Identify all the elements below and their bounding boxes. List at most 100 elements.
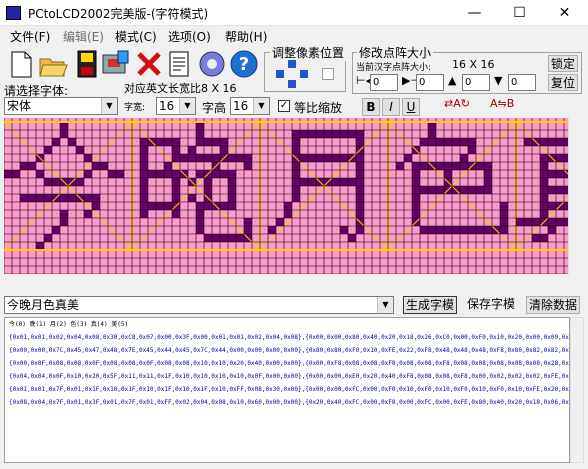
pixel-on[interactable] (460, 138, 468, 146)
pixel-on[interactable] (76, 146, 84, 154)
pixel-on[interactable] (356, 202, 364, 210)
pixel-on[interactable] (244, 218, 252, 226)
pixel-on[interactable] (412, 210, 420, 218)
pixel-on[interactable] (172, 138, 180, 146)
lock-button[interactable]: 锁定 (548, 55, 578, 72)
pixel-on[interactable] (452, 226, 460, 234)
pixel-on[interactable] (172, 210, 180, 218)
pixel-grid[interactable] (4, 118, 568, 274)
pixel-on[interactable] (332, 130, 340, 138)
pixel-on[interactable] (188, 146, 196, 154)
pixel-on[interactable] (156, 138, 164, 146)
pixel-on[interactable] (60, 194, 68, 202)
pixel-on[interactable] (212, 138, 220, 146)
menu-file[interactable]: 文件(F) (10, 28, 50, 45)
pixel-on[interactable] (324, 130, 332, 138)
pixel-on[interactable] (228, 234, 236, 242)
char-height-select[interactable]: 16 ▼ (230, 97, 270, 115)
pixel-on[interactable] (348, 130, 356, 138)
pixel-on[interactable] (36, 242, 44, 250)
pixel-on[interactable] (292, 162, 300, 170)
pixel-on[interactable] (460, 226, 468, 234)
pixel-on[interactable] (420, 226, 428, 234)
pixel-on[interactable] (148, 202, 156, 210)
pixel-on[interactable] (212, 154, 220, 162)
save-as-icon[interactable] (100, 48, 130, 80)
pixel-on[interactable] (524, 138, 532, 146)
close-button[interactable]: ✕ (542, 0, 587, 26)
pixel-on[interactable] (556, 218, 564, 226)
help-icon[interactable]: ? (228, 48, 258, 80)
pixel-on[interactable] (196, 122, 204, 130)
pixel-on[interactable] (244, 226, 252, 234)
pixel-on[interactable] (428, 130, 436, 138)
pixel-on[interactable] (292, 194, 300, 202)
pixel-on[interactable] (92, 162, 100, 170)
pixel-on[interactable] (228, 186, 236, 194)
pixel-on[interactable] (540, 170, 548, 178)
pixel-on[interactable] (196, 138, 204, 146)
save-font-button[interactable]: 保存字模 (464, 296, 518, 314)
pixel-on[interactable] (292, 170, 300, 178)
pixel-on[interactable] (172, 186, 180, 194)
pixel-on[interactable] (172, 178, 180, 186)
pixel-on[interactable] (100, 162, 108, 170)
pixel-on[interactable] (228, 154, 236, 162)
invert-icon[interactable] (322, 68, 334, 80)
pixel-on[interactable] (348, 234, 356, 242)
pixel-on[interactable] (468, 146, 476, 154)
pixel-on[interactable] (460, 154, 468, 162)
pixel-on[interactable] (140, 194, 148, 202)
move-right-icon[interactable] (300, 70, 308, 78)
pixel-on[interactable] (420, 138, 428, 146)
pixel-on[interactable] (300, 130, 308, 138)
pixel-on[interactable] (172, 146, 180, 154)
pixel-on[interactable] (308, 178, 316, 186)
pixel-on[interactable] (140, 154, 148, 162)
pixel-on[interactable] (44, 234, 52, 242)
pixel-on[interactable] (84, 194, 92, 202)
pixel-on[interactable] (348, 178, 356, 186)
move-down-icon[interactable] (288, 80, 296, 88)
pixel-on[interactable] (276, 218, 284, 226)
pixel-on[interactable] (228, 178, 236, 186)
clear-button[interactable]: 清除数据 (526, 296, 580, 314)
pixel-on[interactable] (436, 138, 444, 146)
pixel-on[interactable] (188, 194, 196, 202)
pixel-on[interactable] (60, 210, 68, 218)
pixel-on[interactable] (156, 170, 164, 178)
pixel-on[interactable] (52, 138, 60, 146)
pixel-vscrollbar[interactable] (568, 118, 582, 274)
pixel-on[interactable] (204, 138, 212, 146)
pixel-on[interactable] (452, 138, 460, 146)
pixel-on[interactable] (340, 178, 348, 186)
pixel-on[interactable] (356, 186, 364, 194)
pixel-on[interactable] (108, 170, 116, 178)
pixel-on[interactable] (476, 186, 484, 194)
pixel-on[interactable] (428, 186, 436, 194)
gear-icon[interactable] (196, 48, 226, 80)
pixel-on[interactable] (428, 138, 436, 146)
pixel-on[interactable] (556, 186, 564, 194)
pixel-on[interactable] (140, 178, 148, 186)
pixel-on[interactable] (444, 170, 452, 178)
mirror-icon[interactable]: A⇋B (490, 97, 526, 117)
pixel-on[interactable] (116, 170, 124, 178)
pixel-on[interactable] (212, 234, 220, 242)
pixel-on[interactable] (444, 138, 452, 146)
pixel-on[interactable] (220, 170, 228, 178)
pixel-on[interactable] (196, 226, 204, 234)
pixel-on[interactable] (548, 138, 556, 146)
pixel-on[interactable] (228, 202, 236, 210)
pixel-on[interactable] (412, 162, 420, 170)
pixel-on[interactable] (140, 186, 148, 194)
pixel-on[interactable] (284, 202, 292, 210)
pixel-on[interactable] (292, 130, 300, 138)
pixel-on[interactable] (196, 170, 204, 178)
pixel-on[interactable] (292, 178, 300, 186)
pixel-on[interactable] (172, 194, 180, 202)
pixel-on[interactable] (220, 146, 228, 154)
pixel-on[interactable] (540, 234, 548, 242)
pixel-on[interactable] (164, 138, 172, 146)
pixel-on[interactable] (44, 146, 52, 154)
